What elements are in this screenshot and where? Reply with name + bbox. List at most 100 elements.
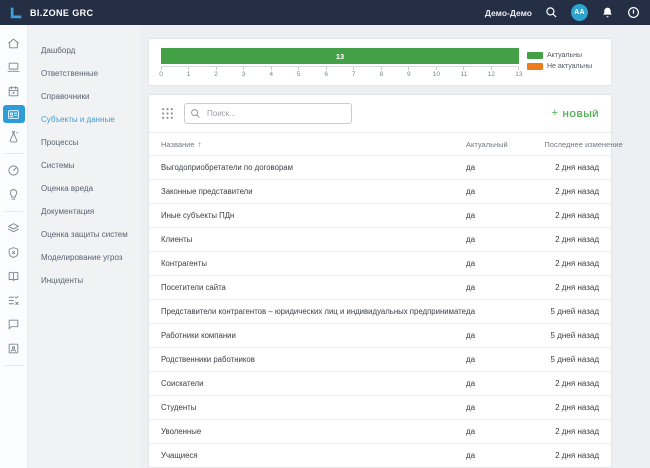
modified-value: 5 дней назад — [484, 331, 599, 340]
bell-icon[interactable] — [601, 6, 614, 19]
sidebar-item[interactable]: Оценка вреда — [28, 177, 140, 200]
table-row[interactable]: Иные субъекты ПДн да 2 дня назад — [149, 203, 611, 227]
legend-label: Актуальны — [547, 52, 582, 59]
table-row[interactable]: Представители контрагентов – юридических… — [149, 299, 611, 323]
id-card-icon[interactable] — [3, 105, 25, 123]
modified-value: 2 дня назад — [484, 403, 599, 412]
sidebar-item[interactable]: Субъекты и данные — [28, 108, 140, 131]
plus-icon: + — [552, 108, 559, 119]
subject-name: Контрагенты — [161, 259, 466, 268]
sidebar-item[interactable]: Справочники — [28, 85, 140, 108]
actual-value: да — [466, 307, 484, 316]
actual-value: да — [466, 163, 484, 172]
sidebar-item[interactable]: Инциденты — [28, 269, 140, 292]
legend-item[interactable]: Актуальны — [527, 52, 599, 59]
laptop-icon[interactable] — [3, 57, 25, 78]
table-row[interactable]: Посетители сайта да 2 дня назад — [149, 275, 611, 299]
column-header-modified[interactable]: Последнее изменение — [508, 140, 623, 149]
flask-icon[interactable] — [3, 126, 25, 147]
table-row[interactable]: Родственники работников да 5 дней назад — [149, 347, 611, 371]
sidebar-item[interactable]: Моделирование угроз — [28, 246, 140, 269]
modified-value: 5 дней назад — [484, 355, 599, 364]
power-icon[interactable] — [627, 6, 640, 19]
table-row[interactable]: Учащиеся да 2 дня назад — [149, 443, 611, 467]
sidebar-item[interactable]: Ответственные — [28, 62, 140, 85]
table-row[interactable]: Студенты да 2 дня назад — [149, 395, 611, 419]
table-row[interactable]: Клиенты да 2 дня назад — [149, 227, 611, 251]
subject-name: Законные представители — [161, 187, 466, 196]
actual-value: да — [466, 379, 484, 388]
actual-value: да — [466, 427, 484, 436]
subject-name: Студенты — [161, 403, 466, 412]
table-body: Выгодоприобретатели по договорам да 2 дн… — [149, 155, 611, 467]
actual-value: да — [466, 283, 484, 292]
actual-value: да — [466, 451, 484, 460]
home-icon[interactable] — [3, 33, 25, 54]
rail-divider — [5, 211, 23, 212]
chat-icon[interactable] — [3, 314, 25, 335]
sidebar-item[interactable]: Системы — [28, 154, 140, 177]
legend-item[interactable]: Не актуальны — [527, 63, 599, 70]
modified-value: 2 дня назад — [484, 235, 599, 244]
brand-logo[interactable]: BI.ZONE GRC — [10, 6, 93, 19]
sidebar-item[interactable]: Процессы — [28, 131, 140, 154]
column-header-name[interactable]: Название↑ — [161, 140, 466, 149]
icon-rail — [0, 25, 28, 468]
bar-chart: 13 012345678910111213 — [161, 48, 519, 81]
search-input[interactable] — [184, 103, 352, 124]
subjects-table-card: + НОВЫЙ Название↑ Актуальный Последнее и… — [148, 94, 612, 468]
actual-value: да — [466, 187, 484, 196]
grid-view-icon[interactable] — [161, 107, 174, 120]
chart-legend: Актуальны Не актуальны — [527, 48, 599, 81]
gauge-icon[interactable] — [3, 160, 25, 181]
book-icon[interactable] — [3, 266, 25, 287]
sidebar-menu: ДашбордОтветственныеСправочникиСубъекты … — [28, 25, 140, 468]
subject-name: Родственники работников — [161, 355, 466, 364]
new-button[interactable]: + НОВЫЙ — [552, 108, 599, 119]
sidebar-item[interactable]: Дашборд — [28, 39, 140, 62]
subject-name: Работники компании — [161, 331, 466, 340]
actual-value: да — [466, 259, 484, 268]
shield-icon[interactable] — [3, 242, 25, 263]
table-row[interactable]: Законные представители да 2 дня назад — [149, 179, 611, 203]
actual-value: да — [466, 211, 484, 220]
modified-value: 2 дня назад — [484, 211, 599, 220]
checklist-icon[interactable] — [3, 290, 25, 311]
legend-swatch — [527, 63, 543, 70]
modified-value: 2 дня назад — [484, 283, 599, 292]
actual-value: да — [466, 235, 484, 244]
column-header-actual[interactable]: Актуальный — [466, 140, 508, 149]
subject-name: Учащиеся — [161, 451, 466, 460]
legend-swatch — [527, 52, 543, 59]
modified-value: 2 дня назад — [484, 187, 599, 196]
layers-icon[interactable] — [3, 218, 25, 239]
sidebar-item[interactable]: Оценка защиты систем — [28, 223, 140, 246]
table-row[interactable]: Контрагенты да 2 дня назад — [149, 251, 611, 275]
sidebar-item[interactable]: Документация — [28, 200, 140, 223]
search-icon[interactable] — [545, 6, 558, 19]
table-row[interactable]: Работники компании да 5 дней назад — [149, 323, 611, 347]
main-content: 13 012345678910111213 Актуальны Не актуал… — [140, 25, 650, 468]
current-user[interactable]: Демо-Демо — [485, 8, 532, 18]
modified-value: 2 дня назад — [484, 379, 599, 388]
modified-value: 2 дня назад — [484, 163, 599, 172]
table-row[interactable]: Выгодоприобретатели по договорам да 2 дн… — [149, 155, 611, 179]
actual-value: да — [466, 355, 484, 364]
search-field-icon — [190, 108, 201, 119]
modified-value: 5 дней назад — [484, 307, 599, 316]
table-toolbar: + НОВЫЙ — [149, 95, 611, 133]
topbar: BI.ZONE GRC Демо-Демо AA — [0, 0, 650, 25]
user-box-icon[interactable] — [3, 338, 25, 359]
actual-value: да — [466, 331, 484, 340]
rail-divider — [5, 365, 23, 366]
bulb-icon[interactable] — [3, 184, 25, 205]
calendar-icon[interactable] — [3, 81, 25, 102]
subject-name: Соискатели — [161, 379, 466, 388]
avatar[interactable]: AA — [571, 4, 588, 21]
brand-title: BI.ZONE GRC — [30, 8, 93, 18]
table-row[interactable]: Соискатели да 2 дня назад — [149, 371, 611, 395]
modified-value: 2 дня назад — [484, 427, 599, 436]
table-row[interactable]: Уволенные да 2 дня назад — [149, 419, 611, 443]
sort-asc-icon: ↑ — [198, 140, 202, 149]
modified-value: 2 дня назад — [484, 259, 599, 268]
